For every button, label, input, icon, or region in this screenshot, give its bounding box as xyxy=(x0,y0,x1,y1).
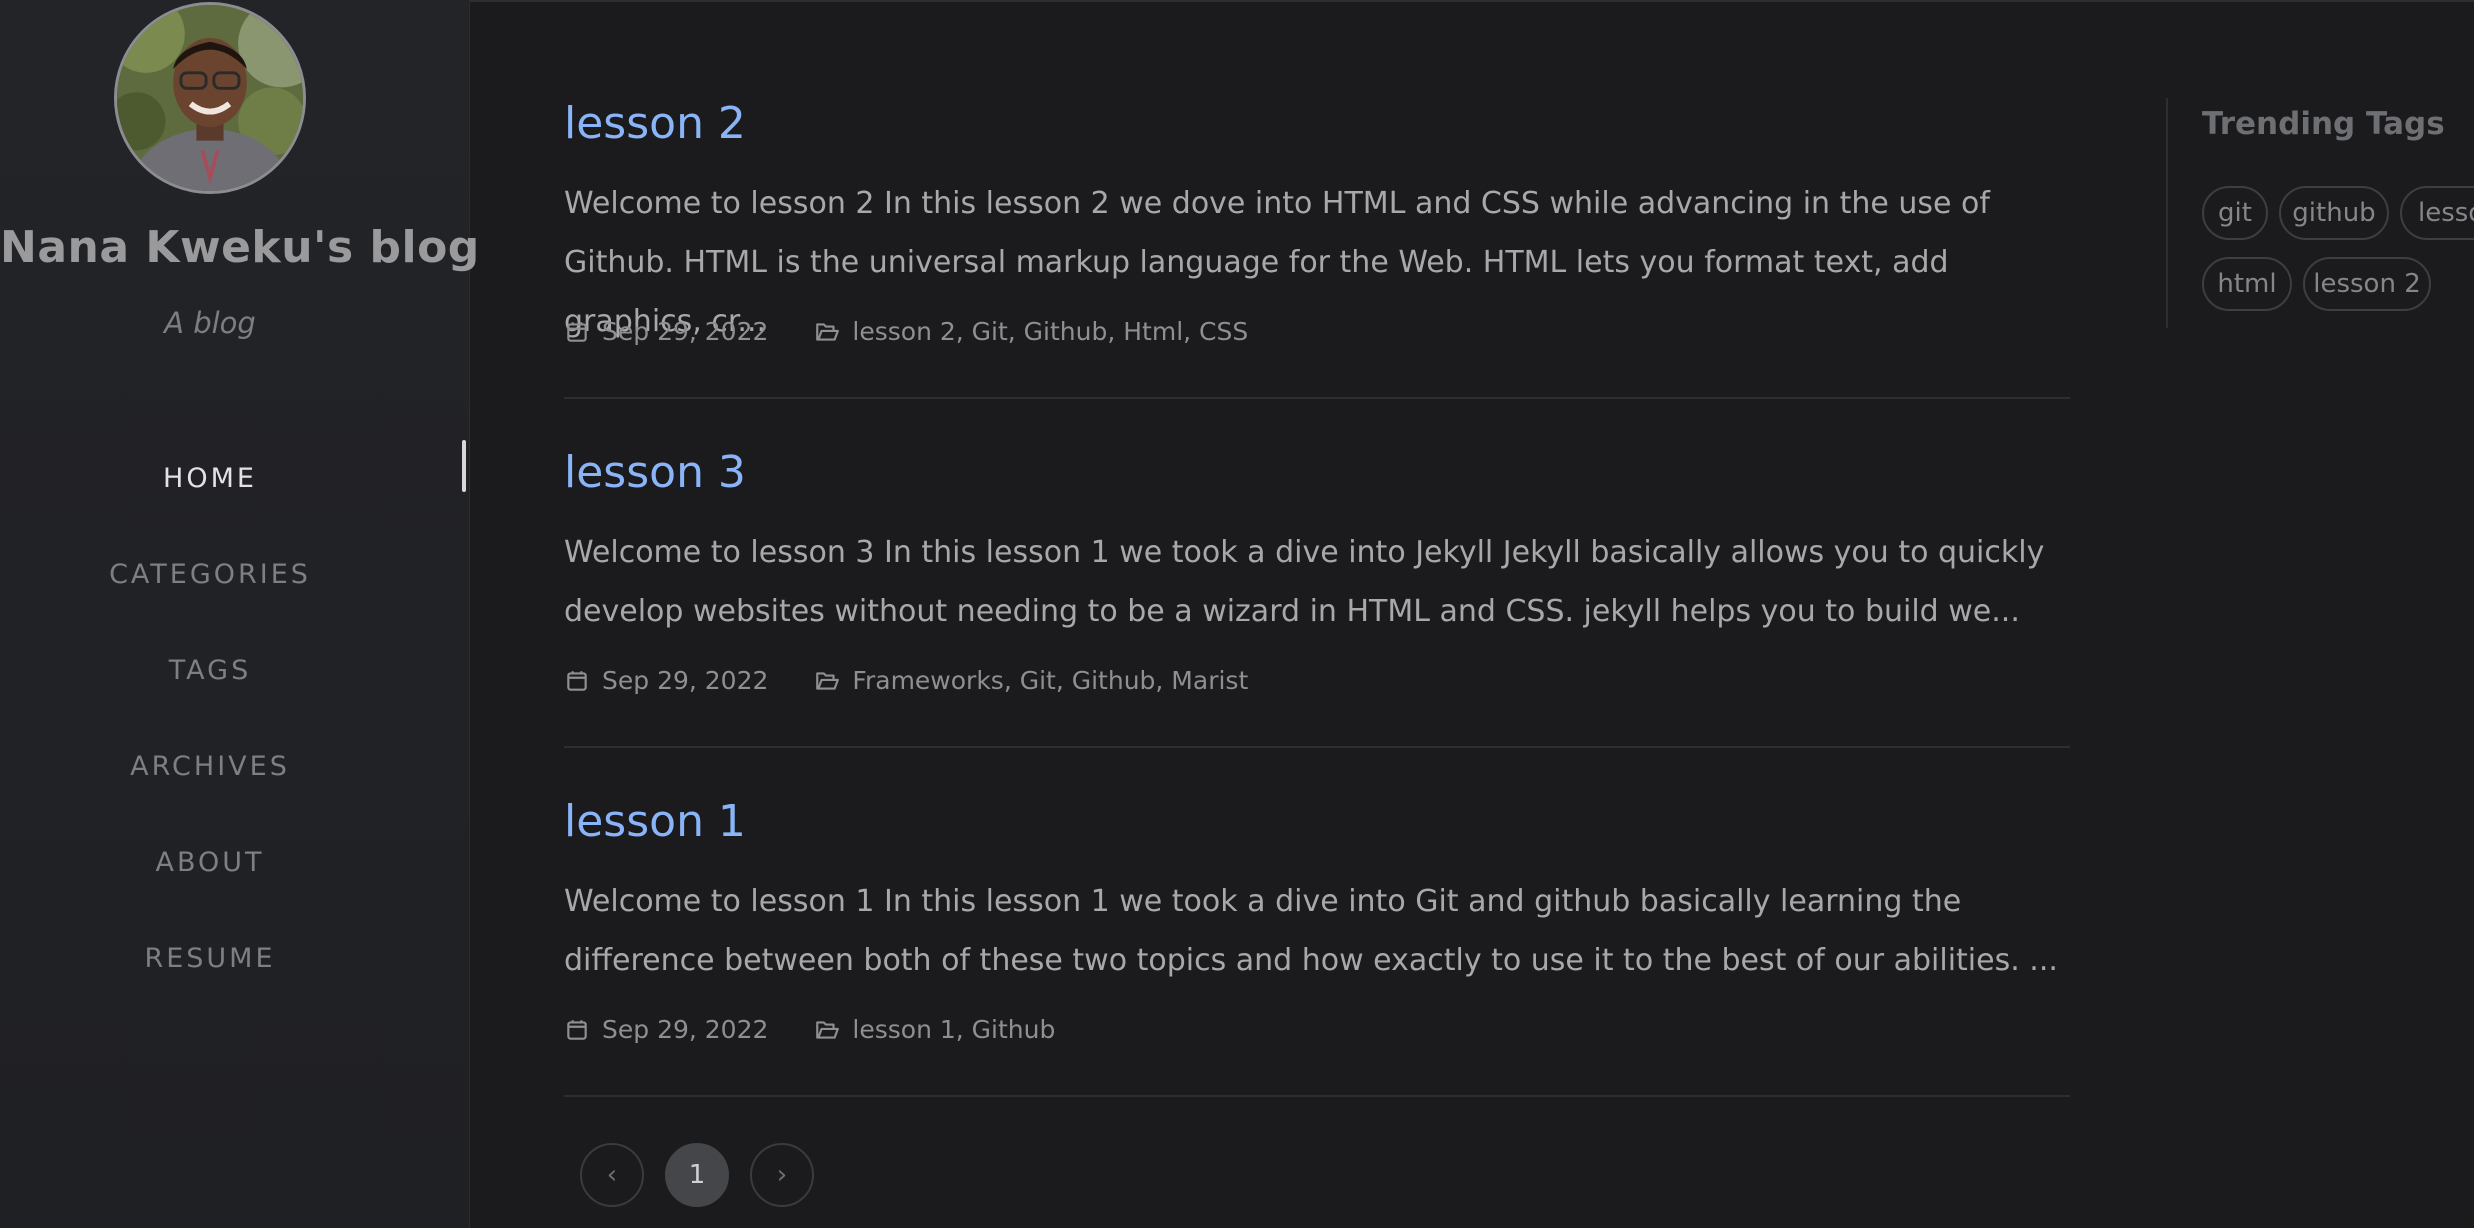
nav-item-label: ABOUT xyxy=(155,846,265,878)
post-date-text: Sep 29, 2022 xyxy=(602,1015,769,1044)
post-excerpt: Welcome to lesson 1 In this lesson 1 we … xyxy=(564,884,2058,978)
top-divider xyxy=(470,0,2474,2)
folder-open-icon xyxy=(816,1020,840,1039)
tag-lesson[interactable]: lesso xyxy=(2400,186,2474,240)
tag-git[interactable]: git xyxy=(2202,186,2268,240)
site-subtitle: A blog xyxy=(164,306,256,340)
post-categories: lesson 1, Github xyxy=(814,1015,1055,1044)
pagination: ‹ 1 › xyxy=(580,1143,814,1207)
tag-html[interactable]: html xyxy=(2202,257,2292,311)
page: Nana Kweku's blog A blog HOME CATEGORIES… xyxy=(0,0,2474,1228)
post-categories-text[interactable]: Frameworks, Git, Github, Marist xyxy=(852,666,1248,695)
site-title[interactable]: Nana Kweku's blog xyxy=(0,222,479,273)
calendar-icon xyxy=(567,670,587,691)
nav-item-label: HOME xyxy=(163,462,257,494)
avatar-photo xyxy=(117,5,303,191)
nav-item-label: RESUME xyxy=(144,942,276,974)
post-categories-text[interactable]: lesson 1, Github xyxy=(852,1015,1055,1044)
calendar-icon xyxy=(567,1019,587,1040)
post-card: lesson 2 Welcome to lesson 2 In this les… xyxy=(564,98,2070,399)
page-number-button[interactable]: 1 xyxy=(665,1143,729,1207)
folder-open-icon xyxy=(816,671,840,690)
post-date: Sep 29, 2022 xyxy=(564,317,768,346)
tag-lesson-2[interactable]: lesson 2 xyxy=(2303,257,2431,311)
post-card: lesson 3 Welcome to lesson 3 In this les… xyxy=(564,447,2070,748)
nav-item-about[interactable]: ABOUT xyxy=(0,814,420,910)
chevron-left-icon: ‹ xyxy=(606,1160,618,1190)
post-date-text: Sep 29, 2022 xyxy=(602,666,769,695)
nav-item-categories[interactable]: CATEGORIES xyxy=(0,526,420,622)
post-title-link[interactable]: lesson 2 xyxy=(564,98,746,149)
sidebar: Nana Kweku's blog A blog HOME CATEGORIES… xyxy=(0,0,479,1228)
post-date-text: Sep 29, 2022 xyxy=(602,317,769,346)
calendar-icon xyxy=(567,321,587,342)
post-categories: Frameworks, Git, Github, Marist xyxy=(814,666,1248,695)
prev-page-button[interactable]: ‹ xyxy=(580,1143,644,1207)
panel-title: Trending Tags xyxy=(2202,106,2445,142)
sidebar-nav: HOME CATEGORIES TAGS ARCHIVES ABOUT RESU… xyxy=(0,430,470,1006)
post-meta: Sep 29, 2022 lesson 1, Github xyxy=(564,1015,1055,1044)
post-title-link[interactable]: lesson 1 xyxy=(564,796,746,847)
post-date: Sep 29, 2022 xyxy=(564,1015,768,1044)
nav-item-home[interactable]: HOME xyxy=(0,430,466,526)
next-page-button[interactable]: › xyxy=(750,1143,814,1207)
nav-item-label: TAGS xyxy=(168,654,252,686)
nav-item-label: ARCHIVES xyxy=(130,750,290,782)
post-excerpt: Welcome to lesson 3 In this lesson 1 we … xyxy=(564,535,2045,629)
page-number-label: 1 xyxy=(688,1160,706,1190)
nav-item-label: CATEGORIES xyxy=(109,558,311,590)
post-categories: lesson 2, Git, Github, Html, CSS xyxy=(814,317,1248,346)
chevron-right-icon: › xyxy=(776,1160,788,1190)
folder-open-icon xyxy=(816,322,840,341)
nav-item-archives[interactable]: ARCHIVES xyxy=(0,718,420,814)
nav-item-tags[interactable]: TAGS xyxy=(0,622,420,718)
post-title-link[interactable]: lesson 3 xyxy=(564,447,746,498)
avatar[interactable] xyxy=(114,2,306,194)
post-card: lesson 1 Welcome to lesson 1 In this les… xyxy=(564,796,2070,1097)
tag-github[interactable]: github xyxy=(2279,186,2389,240)
post-date: Sep 29, 2022 xyxy=(564,666,768,695)
nav-item-resume[interactable]: RESUME xyxy=(0,910,420,1006)
post-meta: Sep 29, 2022 Frameworks, Git, Github, Ma… xyxy=(564,666,1248,695)
trending-tags-panel: Trending Tags git github lesso html less… xyxy=(2166,98,2474,328)
post-meta: Sep 29, 2022 lesson 2, Git, Github, Html… xyxy=(564,317,1248,346)
post-categories-text[interactable]: lesson 2, Git, Github, Html, CSS xyxy=(852,317,1248,346)
